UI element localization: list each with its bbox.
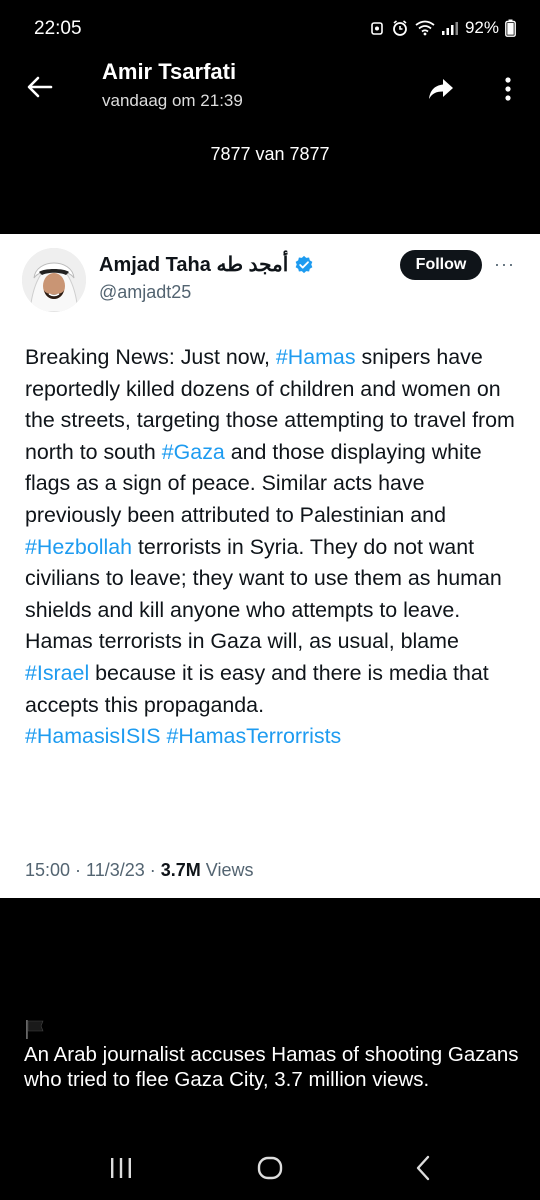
verified-badge-icon (295, 255, 313, 273)
wifi-icon (415, 20, 435, 36)
clock-icon (393, 20, 407, 36)
hashtag-link[interactable]: #Hezbollah (25, 535, 132, 559)
nav-back-icon[interactable] (410, 1154, 438, 1182)
views-count: 3.7M (160, 860, 201, 880)
tweet-meta: 15:00 · 11/3/23 · 3.7M Views (25, 860, 254, 881)
tweet-text-segment: Breaking News: Just now, (25, 345, 276, 369)
views-label: Views (200, 860, 254, 880)
forward-button[interactable] (421, 69, 461, 109)
hashtag-link[interactable]: #HamasTerrorrists (166, 724, 341, 748)
caption-text: An Arab journalist accuses Hamas of shoo… (24, 1043, 519, 1091)
signal-icon (441, 22, 458, 35)
status-bar: 22:05 92% (0, 0, 540, 60)
navigation-bar (0, 1140, 540, 1200)
home-icon[interactable] (256, 1154, 284, 1182)
recents-icon[interactable] (106, 1156, 136, 1180)
sender-date: vandaag om 21:39 (102, 91, 243, 110)
tweet-screenshot[interactable]: Amjad Taha أمجد طه @amjadt25 Follow ··· … (0, 234, 540, 898)
more-options-button[interactable] (490, 69, 526, 109)
screen: 22:05 92% Amir Tsarfati vandaag om 21:39… (0, 0, 540, 1200)
hashtag-link[interactable]: #Gaza (162, 440, 225, 464)
media-counter: 7877 van 7877 (210, 144, 330, 164)
status-time: 22:05 (34, 18, 82, 39)
sender-name: Amir Tsarfati (102, 59, 237, 84)
status-icons: 92% (369, 18, 516, 38)
arrow-left-icon (27, 76, 53, 98)
app-header: Amir Tsarfati vandaag om 21:39 (0, 55, 540, 125)
avatar (22, 248, 86, 312)
forward-arrow-icon (429, 79, 453, 99)
caption-area: An Arab journalist accuses Hamas of shoo… (24, 1018, 524, 1092)
more-vertical-icon (505, 77, 511, 101)
avatar-image (22, 248, 86, 312)
author-name: Amjad Taha أمجد طه (99, 252, 314, 277)
black-flag-icon (26, 1020, 44, 1039)
follow-button[interactable]: Follow (400, 250, 482, 280)
tweet-timestamp: 15:00 · 11/3/23 · (25, 860, 161, 880)
battery-icon (505, 19, 516, 37)
hashtag-link[interactable]: #HamasisISIS (25, 724, 161, 748)
tweet-text-segment: because it is easy and there is media th… (25, 660, 489, 717)
hashtag-link[interactable]: #Israel (25, 661, 89, 685)
battery-percent: 92% (464, 18, 499, 37)
tweet-text: Breaking News: Just now, #Hamas snipers … (25, 342, 520, 753)
tweet-more-button[interactable]: ··· (494, 254, 515, 275)
alarm-icon (371, 22, 383, 35)
hashtag-link[interactable]: #Hamas (276, 345, 356, 369)
back-button[interactable] (20, 67, 60, 107)
author-name-text: Amjad Taha أمجد طه (99, 254, 289, 276)
author-handle: @amjadt25 (99, 282, 192, 302)
